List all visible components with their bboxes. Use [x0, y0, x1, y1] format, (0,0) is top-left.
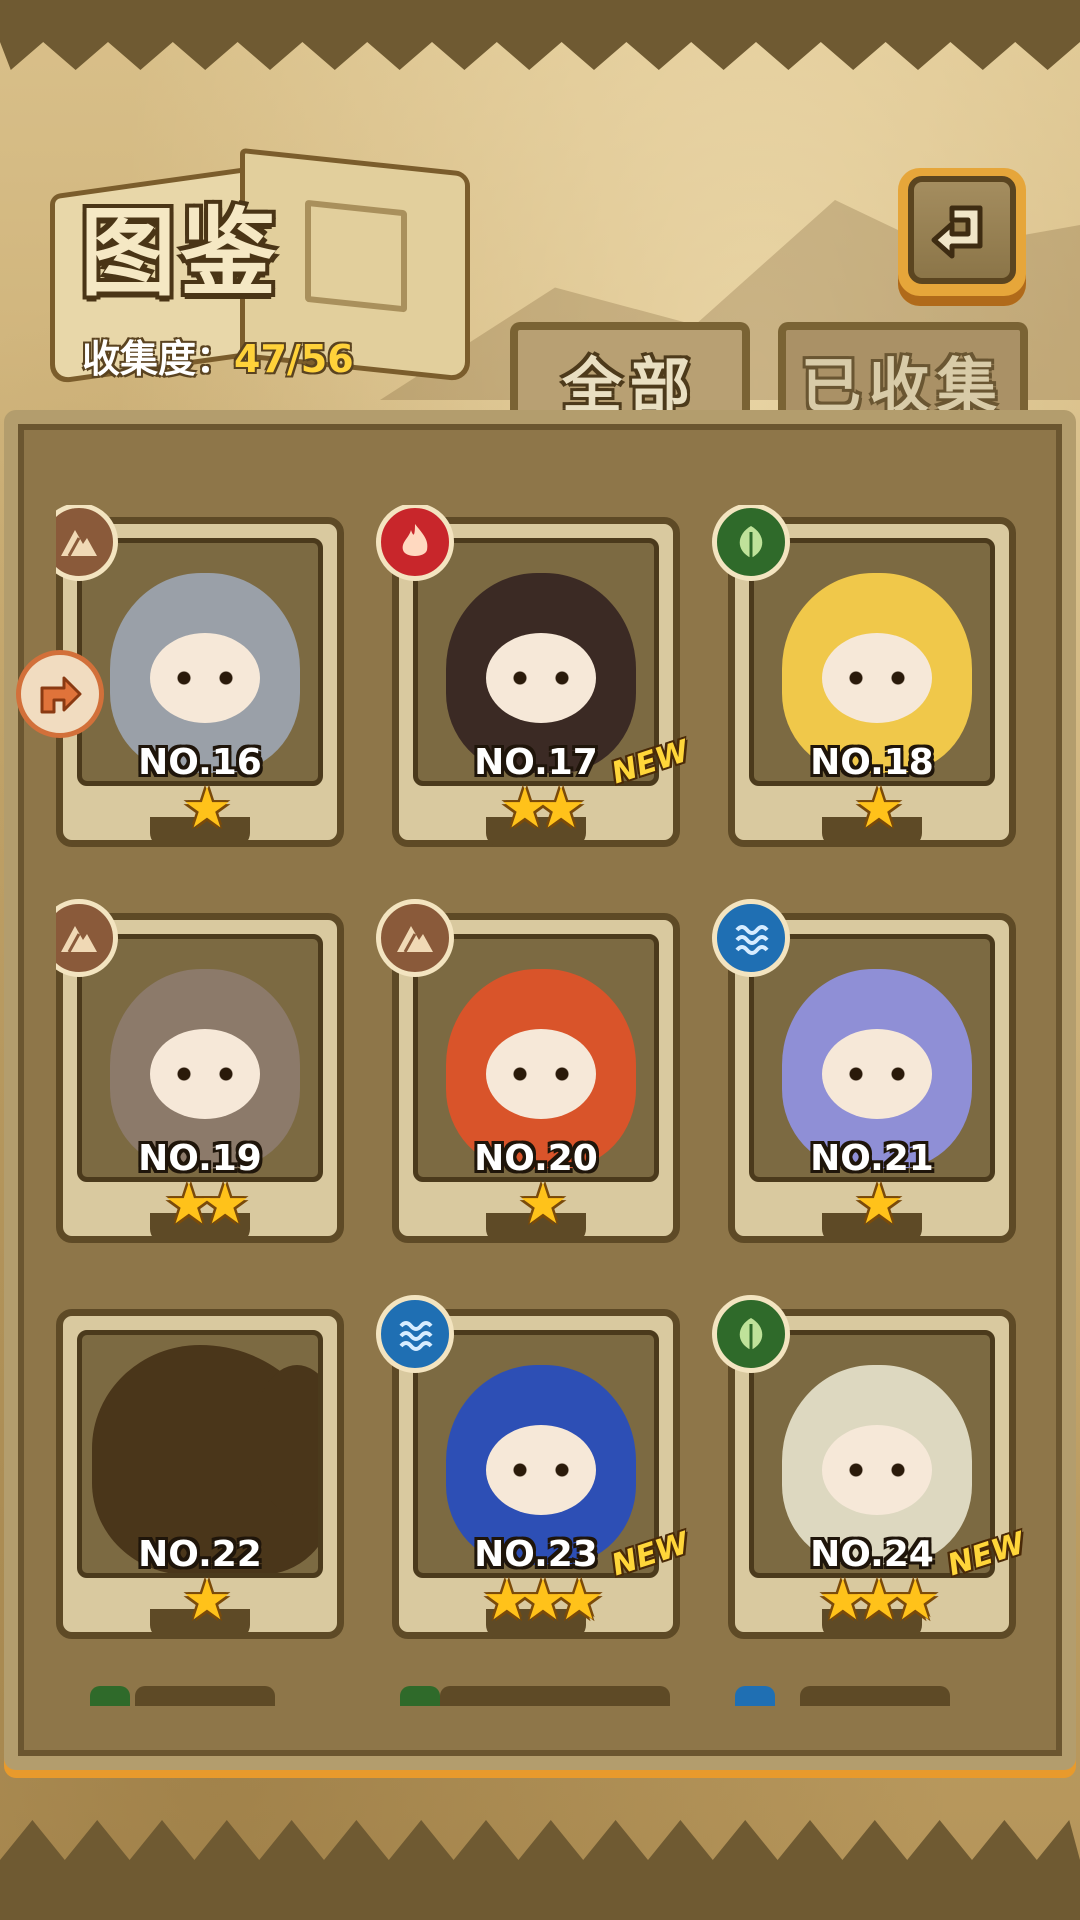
- return-arrow-icon: [908, 176, 1016, 284]
- back-button[interactable]: [898, 168, 1026, 306]
- star-rating: ★: [517, 1172, 568, 1237]
- wave-element-icon: [712, 899, 790, 977]
- character-card[interactable]: NO.21 ★: [712, 899, 1016, 1251]
- turn-arrow-icon[interactable]: [16, 650, 104, 738]
- leaf-element-icon: [712, 1295, 790, 1373]
- next-row-element-peek: [90, 1686, 130, 1706]
- collection-progress: 收集度：47/56: [82, 328, 354, 383]
- character-card[interactable]: NO.24 ★★★ NEW: [712, 1295, 1026, 1647]
- leaf-element-icon: [712, 505, 790, 581]
- wave-element-icon: [376, 1295, 454, 1373]
- character-card[interactable]: NO.23 ★★★ NEW: [376, 1295, 693, 1647]
- card-grid[interactable]: NO.16 ★ NO.17 ★★ NEW NO.18 ★ NO.19 ★★ NO.20 ★ NO.21…: [56, 505, 1026, 1695]
- next-row-element-peek: [400, 1686, 440, 1706]
- star-rating: ★★: [499, 776, 586, 841]
- page-title: 图鉴: [80, 196, 280, 309]
- character-card[interactable]: NO.19 ★★: [56, 899, 344, 1251]
- flame-element-icon: [376, 505, 454, 581]
- mountain-element-icon: [376, 899, 454, 977]
- collection-label: 收集度：: [82, 337, 235, 381]
- character-card[interactable]: NO.20 ★: [376, 899, 680, 1251]
- star-rating: ★: [181, 776, 232, 841]
- character-card[interactable]: NO.17 ★★ NEW: [376, 505, 693, 855]
- star-rating: ★★★: [481, 1568, 605, 1633]
- star-rating: ★★: [163, 1172, 250, 1237]
- star-rating: ★: [853, 1172, 904, 1237]
- collection-value: 47/56: [234, 337, 354, 381]
- next-row-card-peek: [440, 1686, 670, 1706]
- next-row-card-peek: [135, 1686, 275, 1706]
- star-rating: ★★★: [817, 1568, 941, 1633]
- next-row-card-peek: [800, 1686, 950, 1706]
- next-row-element-peek: [735, 1686, 775, 1706]
- character-card[interactable]: NO.22 ★: [56, 1309, 344, 1647]
- star-rating: ★: [181, 1568, 232, 1633]
- character-card[interactable]: NO.18 ★: [712, 505, 1016, 855]
- star-rating: ★: [853, 776, 904, 841]
